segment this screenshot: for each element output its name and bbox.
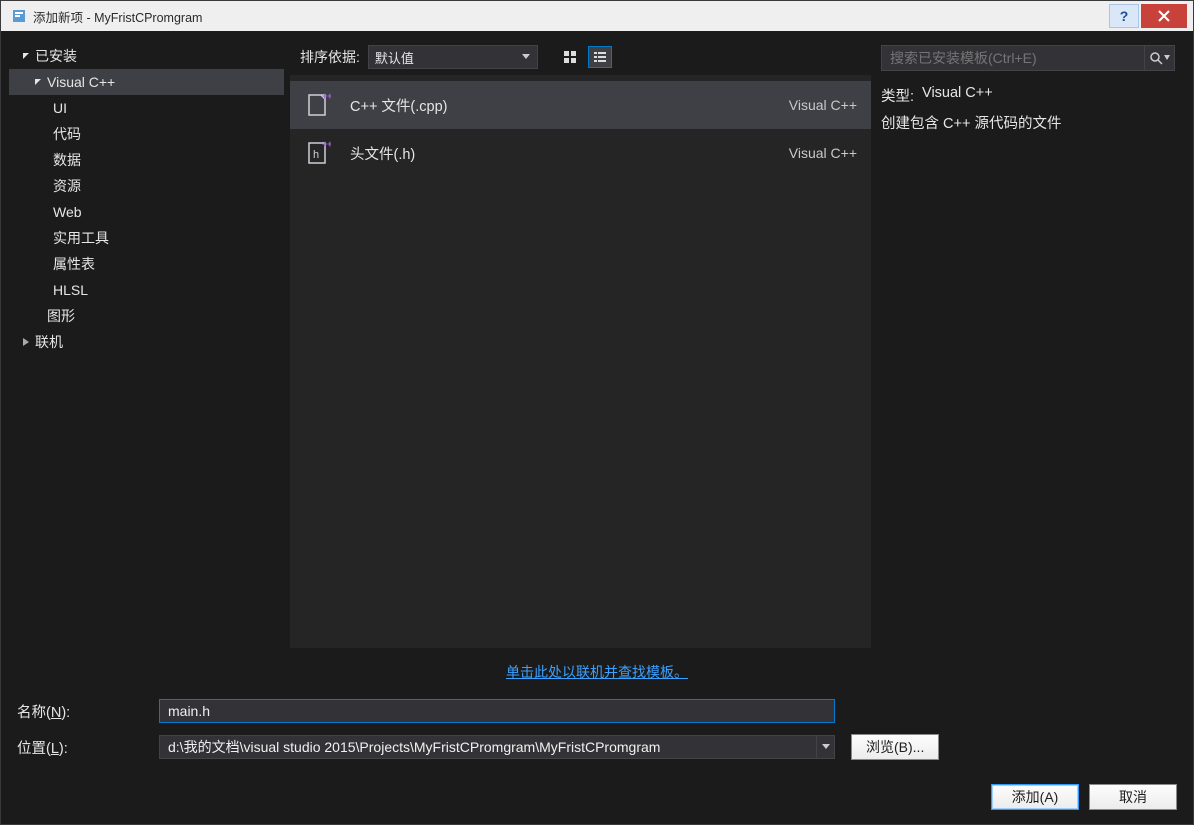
detail-panel: 类型: Visual C++ 创建包含 C++ 源代码的文件 [871,39,1185,648]
close-button[interactable] [1141,4,1187,28]
template-panel: 排序依据: 默认值 [290,39,871,648]
tree-child-web[interactable]: Web [9,199,284,225]
help-button[interactable]: ? [1109,4,1139,28]
template-toolbar: 排序依据: 默认值 [290,39,871,75]
location-dropdown[interactable] [817,735,835,759]
h-file-icon: h++ [304,139,332,167]
template-name: C++ 文件(.cpp) [350,95,771,116]
template-item-cpp[interactable]: ++ C++ 文件(.cpp) Visual C++ [290,81,871,129]
search-button[interactable] [1145,45,1175,71]
tree-label: Web [53,204,82,220]
template-lang: Visual C++ [789,145,857,161]
caret-right-icon [19,337,33,347]
cancel-button[interactable]: 取消 [1089,784,1177,810]
tree-label: 联机 [35,332,63,352]
svg-text:h: h [313,149,319,161]
tree-label: 数据 [53,150,81,170]
category-tree: 已安装 Visual C++ UI 代码 数据 资源 Web 实用工具 属性表 … [9,39,284,648]
name-input[interactable] [159,699,835,723]
type-label: 类型: [881,85,914,106]
tree-graphics[interactable]: 图形 [9,303,284,329]
tree-label: 图形 [47,306,75,326]
template-name: 头文件(.h) [350,143,771,164]
tree-installed[interactable]: 已安装 [9,43,284,69]
browse-button[interactable]: 浏览(B)... [851,734,939,760]
tree-child-data[interactable]: 数据 [9,147,284,173]
add-new-item-dialog: 添加新项 - MyFristCPromgram ? 已安装 Visual C++… [0,0,1194,825]
type-value: Visual C++ [922,85,993,106]
tree-label: 代码 [53,124,81,144]
tree-label: HLSL [53,282,88,298]
online-templates-link-row: 单击此处以联机并查找模板。 [11,662,1183,682]
svg-text:++: ++ [322,140,331,149]
titlebar: 添加新项 - MyFristCPromgram ? [1,1,1193,31]
template-lang: Visual C++ [789,97,857,113]
sort-label: 排序依据: [300,47,360,67]
sort-value: 默认值 [375,48,414,67]
template-list: ++ C++ 文件(.cpp) Visual C++ h++ 头文件(.h) V… [290,75,871,648]
location-input[interactable] [159,735,817,759]
tree-label: 实用工具 [53,228,109,248]
tree-visual-cpp[interactable]: Visual C++ [9,69,284,95]
search-input[interactable] [881,45,1145,71]
name-label: 名称(N): [11,701,159,722]
view-list-button[interactable] [588,46,612,68]
caret-down-icon [31,77,45,87]
tree-label: Visual C++ [47,74,115,90]
sort-combo[interactable]: 默认值 [368,45,538,69]
tree-label: 已安装 [35,46,77,66]
app-icon [11,8,27,24]
view-grid-button[interactable] [558,46,582,68]
tree-child-resource[interactable]: 资源 [9,173,284,199]
cpp-file-icon: ++ [304,91,332,119]
tree-label: 属性表 [53,254,95,274]
add-button[interactable]: 添加(A) [991,784,1079,810]
tree-child-utility[interactable]: 实用工具 [9,225,284,251]
online-templates-link[interactable]: 单击此处以联机并查找模板。 [506,664,688,680]
svg-text:++: ++ [322,92,331,101]
tree-child-hlsl[interactable]: HLSL [9,277,284,303]
template-description: 创建包含 C++ 源代码的文件 [881,114,1175,134]
tree-child-props[interactable]: 属性表 [9,251,284,277]
tree-label: UI [53,100,67,116]
caret-down-icon [19,51,33,61]
tree-online[interactable]: 联机 [9,329,284,355]
tree-child-ui[interactable]: UI [9,95,284,121]
tree-label: 资源 [53,176,81,196]
chevron-down-icon [521,52,531,62]
tree-child-code[interactable]: 代码 [9,121,284,147]
location-label: 位置(L): [11,737,159,758]
template-item-header[interactable]: h++ 头文件(.h) Visual C++ [290,129,871,177]
window-title: 添加新项 - MyFristCPromgram [33,7,202,26]
